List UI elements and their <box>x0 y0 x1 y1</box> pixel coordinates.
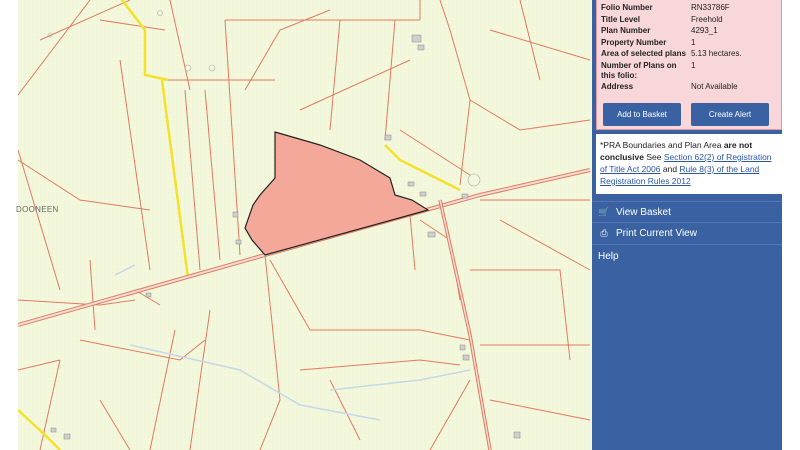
table-row: Title Level Freehold <box>601 15 742 27</box>
townland-label: DOONEEN <box>16 205 59 214</box>
left-margin <box>0 0 18 450</box>
view-basket-menu-item[interactable]: 🛒 View Basket <box>592 201 782 223</box>
print-view-menu-item[interactable]: ⎙ Print Current View <box>592 223 782 245</box>
row-value: 1 <box>691 60 696 70</box>
disclaimer-text: *PRA Boundaries and Plan Area are not co… <box>596 134 782 194</box>
printer-icon: ⎙ <box>600 228 608 238</box>
table-row: Area of selected plans 5.13 hectares. <box>601 49 742 61</box>
disclaimer-prefix: *PRA Boundaries and Plan Area <box>600 140 722 150</box>
basket-icon: 🛒 <box>598 206 610 217</box>
row-label: Title Level <box>601 14 640 24</box>
row-label: Plan Number <box>601 26 651 35</box>
row-value: 5.13 hectares. <box>691 49 742 58</box>
add-to-basket-button[interactable]: Add to Basket <box>603 103 681 126</box>
row-value: Freehold <box>691 14 723 24</box>
table-row: Number of Plans on this folio: 1 <box>601 61 742 83</box>
row-label: Area of selected plans <box>601 49 686 58</box>
right-margin <box>782 0 800 450</box>
row-value: 1 <box>691 37 696 47</box>
row-value: 4293_1 <box>691 26 718 35</box>
folio-info-panel: Folio Number RN33786F Title Level Freehold… <box>596 0 782 130</box>
create-alert-button[interactable]: Create Alert <box>691 103 769 126</box>
view-basket-label: View Basket <box>616 206 671 218</box>
table-row: Folio Number RN33786F <box>601 3 742 15</box>
row-label: Address <box>601 82 634 91</box>
table-row: Property Number 1 <box>601 38 742 50</box>
row-label: Number of Plans on this folio: <box>601 60 677 80</box>
disclaimer-and: and <box>662 164 678 174</box>
row-label: Property Number <box>601 37 667 47</box>
help-menu-item[interactable]: Help <box>592 245 782 267</box>
row-value: RN33786F <box>691 3 730 12</box>
table-row: Address Not Available <box>601 82 742 94</box>
help-label: Help <box>598 250 619 262</box>
folio-details-table: Folio Number RN33786F Title Level Freehold… <box>601 3 742 94</box>
print-view-label: Print Current View <box>616 228 697 239</box>
table-row: Plan Number 4293_1 <box>601 26 742 38</box>
disclaimer-see: See <box>646 152 662 162</box>
row-value: Not Available <box>691 82 738 91</box>
row-label: Folio Number <box>601 3 653 12</box>
